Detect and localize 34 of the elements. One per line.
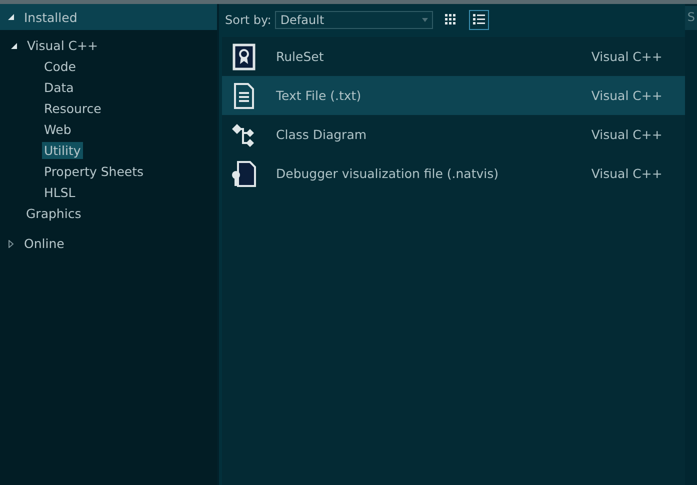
- template-row[interactable]: Class Diagram Visual C++: [222, 115, 686, 154]
- tree-item[interactable]: Code: [42, 58, 78, 75]
- template-name: Debugger visualization file (.natvis): [276, 166, 500, 181]
- template-name: Class Diagram: [276, 127, 368, 142]
- collapsed-caret-icon[interactable]: [7, 240, 15, 248]
- tree-item[interactable]: Resource: [42, 100, 104, 117]
- template-row[interactable]: Text File (.txt) Visual C++: [222, 76, 686, 115]
- tree-item[interactable]: Online: [22, 235, 66, 252]
- expanded-caret-icon[interactable]: [7, 13, 15, 21]
- expanded-caret-icon[interactable]: [10, 42, 18, 50]
- template-language: Visual C++: [591, 166, 664, 181]
- ribbon-badge-icon: [230, 42, 258, 70]
- tree-item[interactable]: Data: [42, 79, 76, 96]
- list-view-icon: [473, 14, 486, 26]
- tree-item[interactable]: Property Sheets: [42, 163, 146, 180]
- template-language: Visual C++: [591, 127, 664, 142]
- dropdown-caret-icon: [422, 18, 428, 22]
- sort-label: Sort by:: [225, 13, 272, 27]
- template-row[interactable]: Debugger visualization file (.natvis) Visual C++: [222, 154, 686, 193]
- template-row[interactable]: RuleSet Visual C++: [222, 37, 686, 76]
- sort-dropdown[interactable]: Default: [275, 11, 434, 29]
- view-mode-button[interactable]: [469, 10, 490, 30]
- tree-item[interactable]: Graphics: [24, 205, 84, 222]
- tree-item[interactable]: Installed: [22, 8, 80, 26]
- wrench-document-icon: [230, 160, 258, 188]
- grid-view-icon: [445, 14, 458, 26]
- tree-item[interactable]: Utility: [42, 142, 83, 159]
- tree-item[interactable]: HLSL: [42, 184, 78, 201]
- template-name: RuleSet: [276, 49, 325, 64]
- tree-item[interactable]: Web: [42, 121, 74, 138]
- template-language: Visual C++: [591, 88, 664, 103]
- template-language: Visual C++: [591, 49, 664, 64]
- tree-item[interactable]: Visual C++: [25, 37, 100, 54]
- template-name: Text File (.txt): [276, 88, 362, 103]
